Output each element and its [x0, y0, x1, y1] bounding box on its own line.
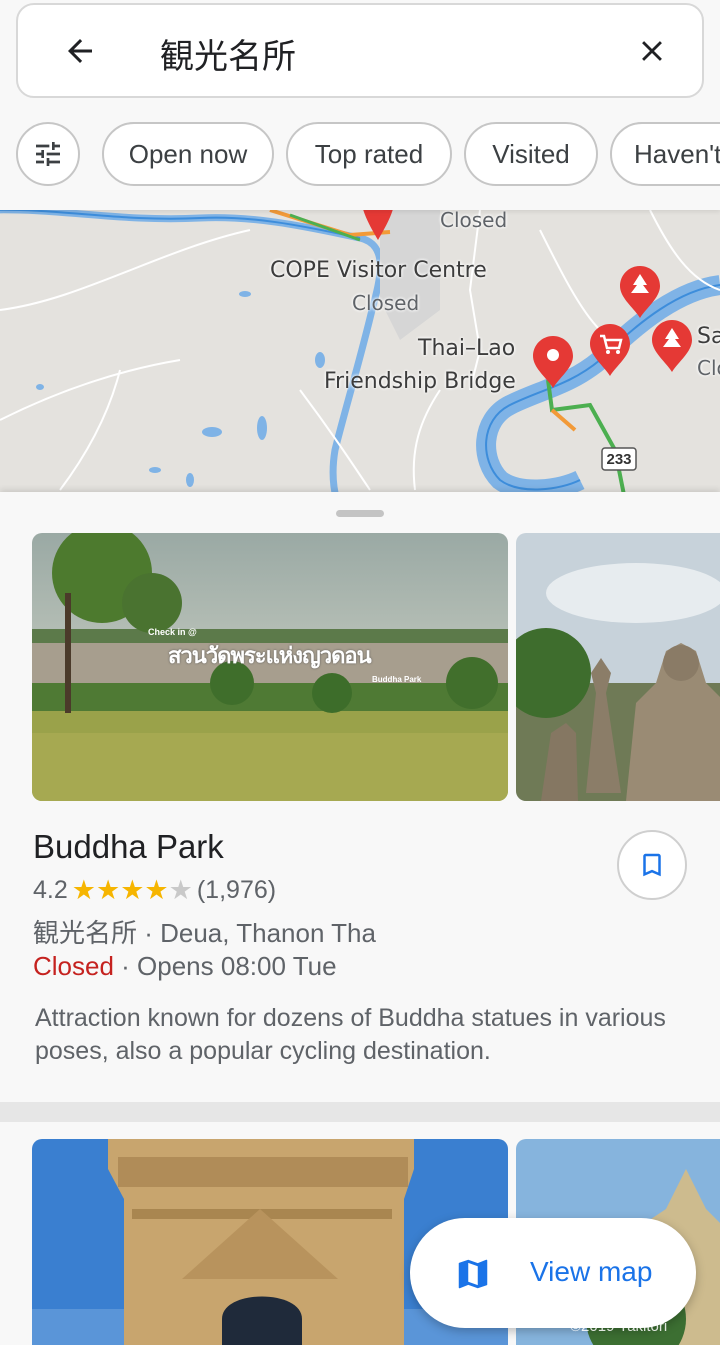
search-box[interactable]: 観光名所	[16, 3, 704, 98]
location-pin-icon[interactable]	[533, 336, 573, 388]
view-map-label: View map	[530, 1256, 653, 1287]
status-closed-label: Closed	[33, 951, 114, 981]
chip-visited[interactable]: Visited	[464, 122, 598, 186]
search-query-text[interactable]: 観光名所	[160, 29, 296, 78]
rating-value: 4.2	[33, 876, 68, 904]
tune-icon	[36, 142, 60, 166]
results-divider	[0, 1102, 720, 1122]
map-label-bridge-line1[interactable]: Thai–Lao	[418, 336, 515, 361]
map-label-cope-visitor-centre[interactable]: COPE Visitor Centre	[270, 258, 487, 283]
park-pin-icon-2[interactable]	[652, 320, 692, 372]
status-opens-label: · Opens 08:00 Tue	[113, 951, 337, 981]
star-empty-icon: ★	[168, 875, 193, 905]
sheet-drag-handle[interactable]	[336, 510, 384, 517]
road-number-shield: 233	[606, 451, 632, 468]
chip-top-rated[interactable]: Top rated	[286, 122, 452, 186]
map-label-right-partial-status: Clo	[697, 356, 720, 380]
chip-open-now[interactable]: Open now	[102, 122, 274, 186]
chip-havent-visited[interactable]: Haven't	[610, 122, 720, 186]
close-icon	[642, 41, 662, 61]
results-sheet: สวนวัดพระแห่งญวดอน Check in @ Buddha Par…	[0, 492, 720, 1102]
maps-search-results-screen: Closed COPE Visitor Centre Closed Thai–L…	[0, 0, 720, 1345]
place-photo-second[interactable]	[516, 533, 720, 801]
map-label-right-partial[interactable]: Sa	[697, 324, 720, 349]
review-count: (1,976)	[196, 876, 277, 904]
map-label-top-closed: Closed	[440, 208, 508, 232]
filter-settings-button[interactable]	[16, 122, 80, 186]
photo-checkin-text: Check in @	[148, 627, 197, 637]
top-search-bar: 観光名所 Open now Top rated Visited Haven't	[0, 0, 720, 210]
star-rating-icons: ★★★★★	[72, 875, 193, 906]
place-photo-main[interactable]: สวนวัดพระแห่งญวดอน Check in @ Buddha Par…	[32, 533, 508, 801]
photo-caption-text: Buddha Park	[372, 675, 422, 684]
back-button[interactable]	[52, 23, 108, 79]
place-category-address: 観光名所 · Deua, Thanon Tha	[33, 918, 376, 948]
buddha-statues-photo	[516, 533, 720, 801]
view-map-button[interactable]: View map	[410, 1218, 696, 1328]
bookmark-icon	[643, 853, 661, 877]
opening-status: Closed · Opens 08:00 Tue	[33, 951, 337, 982]
star-icon: ★	[95, 875, 121, 905]
watermark-text: ©2019 Yakitori	[570, 1318, 668, 1335]
map-label-cope-status: Closed	[352, 291, 420, 315]
photo-sign-text: สวนวัดพระแห่งญวดอน	[168, 643, 372, 668]
save-place-button[interactable]	[617, 830, 687, 900]
map-view[interactable]: Closed COPE Visitor Centre Closed Thai–L…	[0, 190, 720, 500]
place-title[interactable]: Buddha Park	[33, 828, 224, 866]
arrow-back-icon	[68, 39, 92, 63]
place-description: Attraction known for dozens of Buddha st…	[35, 1004, 666, 1065]
map-icon	[458, 1259, 488, 1289]
park-pin-icon[interactable]	[620, 266, 660, 318]
shopping-cart-pin-icon[interactable]	[590, 324, 630, 376]
star-icon: ★	[120, 875, 145, 905]
filter-chips-row: Open now Top rated Visited Haven't	[16, 122, 720, 186]
rating-row: 4.2 ★★★★★ (1,976)	[33, 875, 276, 906]
map-label-bridge-line2[interactable]: Friendship Bridge	[324, 369, 516, 394]
star-icon: ★	[71, 875, 96, 905]
star-icon: ★	[144, 875, 169, 905]
clear-search-button[interactable]	[624, 23, 680, 79]
